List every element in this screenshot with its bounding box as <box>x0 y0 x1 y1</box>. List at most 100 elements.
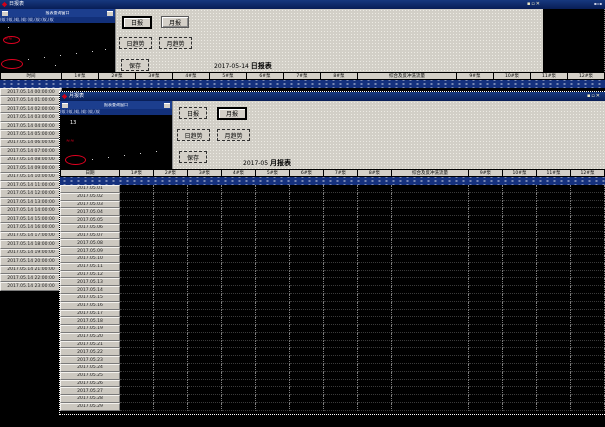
w2-grid-cell <box>222 348 256 356</box>
w1-row-label: 2017.05.14 17:00:00 <box>0 232 62 240</box>
window-icon <box>2 11 8 16</box>
monthly-trend-button[interactable]: 月趋势 <box>159 37 192 49</box>
daily-inner-titlebar[interactable]: 报表查询窗口 <box>0 9 115 17</box>
w1-date-header: 时间 <box>0 72 62 80</box>
w2-grid-cell <box>188 193 222 201</box>
monthly-trend-button[interactable]: 月趋势 <box>217 129 250 141</box>
w2-grid-cell <box>469 302 503 310</box>
w2-grid-cell <box>503 403 537 411</box>
pump-red-text: ≈≈ <box>4 37 12 42</box>
scada-report-screen: 日报表 ▪▫✕ ▪▫▪ 报表查询窗口 (蚁:(蚁,(蚁,(蚁:(蚁,(蚁:(蚁,… <box>0 0 605 427</box>
monthly-report-button[interactable]: 月报 <box>161 16 189 28</box>
w2-grid-cell <box>290 255 324 263</box>
w2-grid-cell <box>120 185 154 193</box>
w2-grid-cell <box>154 310 188 318</box>
w2-grid-cell <box>120 380 154 388</box>
w2-grid-cell <box>537 364 571 372</box>
w2-grid-cell <box>154 403 188 411</box>
w2-grid-cell <box>290 348 324 356</box>
w2-row-label: 2017.05.13 <box>60 278 120 286</box>
daily-window-controls[interactable]: ▪▫✕ <box>527 2 541 7</box>
w2-grid-cell <box>188 395 222 403</box>
w2-grid-cell <box>154 302 188 310</box>
w2-grid-cell <box>290 224 324 232</box>
daily-window-titlebar[interactable]: 日报表 ▪▫✕ ▪▫▪ <box>0 0 605 9</box>
w2-grid-cell <box>571 193 605 201</box>
daily-report-button[interactable]: 日报 <box>179 107 207 119</box>
daily-report-button[interactable]: 日报 <box>122 16 152 29</box>
w2-grid-cell <box>537 208 571 216</box>
w2-grid-cell <box>120 356 154 364</box>
w2-grid-cell <box>188 310 222 318</box>
w2-grid-cell <box>503 185 537 193</box>
w2-grid-cell <box>188 201 222 209</box>
w2-grid-cell <box>571 294 605 302</box>
monthly-report-button[interactable]: 月报 <box>217 107 247 120</box>
w2-grid-cell <box>537 185 571 193</box>
daily-trend-button[interactable]: 日趋势 <box>119 37 152 49</box>
w2-grid-cell <box>469 201 503 209</box>
w2-grid-cell <box>256 317 290 325</box>
save-button[interactable]: 保存 <box>121 59 149 71</box>
w2-grid-cell <box>188 356 222 364</box>
w2-grid-cell <box>256 193 290 201</box>
w2-grid-cell <box>469 193 503 201</box>
monthly-window-titlebar[interactable]: 月报表 ▪▫✕ <box>60 92 605 101</box>
w1-col-header: 5#泵 <box>210 72 247 80</box>
w2-row-label: 2017.05.03 <box>60 201 120 209</box>
w2-grid-cell <box>154 185 188 193</box>
w2-grid-cell <box>537 247 571 255</box>
w2-row-label: 2017.05.04 <box>60 208 120 216</box>
w2-grid-cell <box>188 271 222 279</box>
w1-row-label: 2017.05.14 01:00:00 <box>0 96 62 104</box>
daily-trend-button[interactable]: 日趋势 <box>177 129 210 141</box>
w2-col-header: 7#泵 <box>324 169 358 177</box>
monthly-subheader-row <box>60 177 605 185</box>
w1-row-label: 2017.05.14 03:00:00 <box>0 113 62 121</box>
w2-grid-cell <box>358 185 392 193</box>
w1-row-label: 2017.05.14 21:00:00 <box>0 266 62 274</box>
screen-corner-controls[interactable]: ▪▫▪ <box>594 2 602 6</box>
decor-dot <box>124 155 125 156</box>
w2-grid-cell <box>571 356 605 364</box>
w1-col-header: 3#泵 <box>136 72 173 80</box>
w2-col-header: 10#泵 <box>503 169 537 177</box>
monthly-window-controls[interactable]: ▪▫✕ <box>587 94 601 99</box>
w2-grid-cell <box>392 271 469 279</box>
w2-grid-cell <box>503 325 537 333</box>
w1-row-label: 2017.05.14 22:00:00 <box>0 274 62 282</box>
w2-header-row: 日期 1#泵2#泵3#泵4#泵5#泵6#泵7#泵8#泵综合及反冲洗流量9#泵10… <box>60 169 605 177</box>
w2-grid-cell <box>324 255 358 263</box>
decor-dot <box>156 151 157 152</box>
w2-grid-cell <box>571 317 605 325</box>
w2-grid-cell <box>324 271 358 279</box>
save-button[interactable]: 保存 <box>179 151 207 163</box>
w2-grid-cell <box>392 403 469 411</box>
w2-grid-cell <box>222 271 256 279</box>
w2-grid-cell <box>256 364 290 372</box>
w2-grid-cell <box>503 201 537 209</box>
w2-grid-cell <box>120 372 154 380</box>
w2-grid-cell <box>571 302 605 310</box>
w1-row-label: 2017.05.14 16:00:00 <box>0 223 62 231</box>
w2-grid-cell <box>222 208 256 216</box>
w1-col-header: 10#泵 <box>494 72 531 80</box>
w2-grid-cell <box>120 271 154 279</box>
w2-grid-cell <box>188 302 222 310</box>
w2-grid-cell <box>290 364 324 372</box>
decor-dot <box>76 53 77 54</box>
w1-row-label: 2017.05.14 02:00:00 <box>0 105 62 113</box>
w2-grid-cell <box>222 341 256 349</box>
w2-grid-cell <box>290 216 324 224</box>
w2-grid-cell <box>469 294 503 302</box>
w2-grid-cell <box>154 395 188 403</box>
w2-grid-cell <box>469 208 503 216</box>
w2-grid-cell <box>290 356 324 364</box>
monthly-inner-titlebar[interactable]: 报表查询窗口 <box>60 101 172 109</box>
w2-grid-cell <box>469 403 503 411</box>
w2-grid-cell <box>120 302 154 310</box>
w2-grid-cell <box>256 232 290 240</box>
w2-grid-cell <box>256 263 290 271</box>
w2-grid-cell <box>392 255 469 263</box>
w2-grid-cell <box>256 216 290 224</box>
